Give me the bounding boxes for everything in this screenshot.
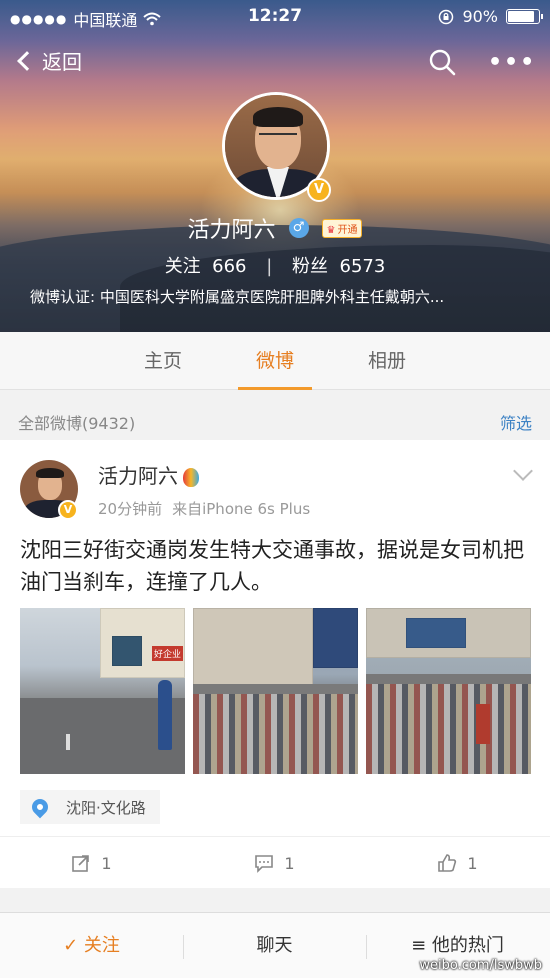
chevron-down-icon[interactable] — [513, 461, 533, 481]
tab-album[interactable]: 相册 — [332, 332, 442, 390]
post-photo-2[interactable] — [193, 608, 358, 774]
verified-badge-icon: V — [58, 500, 78, 520]
back-button[interactable]: 返回 — [14, 46, 82, 75]
post-source: 来自iPhone 6s Plus — [172, 500, 311, 518]
rotation-lock-icon — [439, 9, 454, 24]
chevron-left-icon — [17, 50, 37, 71]
male-icon: ♂ — [288, 218, 309, 238]
profile-name-row: 活力阿六 ♂ ♛ 开通 — [0, 212, 550, 244]
profile-tabs: 主页 微博 相册 — [0, 332, 550, 390]
verification-text: 微博认证: 中国医科大学附属盛京医院肝胆脾外科主任戴朝六... — [30, 288, 445, 306]
balloon-icon — [183, 468, 199, 487]
repost-icon — [72, 855, 90, 872]
repost-button[interactable]: 1 — [0, 837, 183, 889]
location-label: 沈阳·文化路 — [66, 798, 146, 817]
comment-icon — [255, 855, 274, 873]
chat-button[interactable]: 聊天 — [183, 913, 366, 978]
post-photo-3[interactable] — [366, 608, 531, 774]
back-label: 返回 — [42, 50, 82, 74]
post-photos: 好企业 — [20, 608, 532, 774]
location-tag[interactable]: 沈阳·文化路 — [20, 790, 160, 824]
post-meta: 20分钟前 来自iPhone 6s Plus — [98, 498, 310, 519]
nav-bar: 返回 ••• — [0, 38, 550, 88]
status-bar: ●●●●● 中国联通 12:27 90% — [0, 0, 550, 34]
post-card: V 活力阿六 20分钟前 来自iPhone 6s Plus 沈阳三好街交通岗发生特… — [0, 440, 550, 888]
tab-home[interactable]: 主页 — [108, 332, 218, 390]
feed-header: 全部微博(9432) 筛选 — [0, 400, 550, 440]
verified-badge-icon: V — [307, 178, 331, 202]
filter-button[interactable]: 筛选 — [500, 410, 532, 434]
post-text: 沈阳三好街交通岗发生特大交通事故，据说是女司机把油门当刹车，连撞了几人。 — [20, 538, 524, 594]
post-author[interactable]: 活力阿六 — [98, 460, 199, 489]
post-actions: 1 1 1 — [0, 836, 550, 888]
post-photo-1[interactable]: 好企业 — [20, 608, 185, 774]
followers-stat[interactable]: 粉丝 6573 — [292, 256, 385, 277]
thumbs-up-icon — [438, 854, 457, 872]
more-icon[interactable]: ••• — [488, 50, 536, 75]
comment-button[interactable]: 1 — [183, 837, 366, 889]
search-icon[interactable] — [428, 48, 456, 76]
watermark: weibo.com/lswbwb — [419, 958, 542, 973]
post-time: 20分钟前 — [98, 500, 163, 518]
profile-name: 活力阿六 — [187, 218, 276, 243]
location-pin-icon — [28, 795, 52, 819]
battery-percent: 90% — [462, 7, 498, 26]
divider: | — [266, 256, 273, 277]
all-weibo-count: 全部微博(9432) — [18, 414, 136, 433]
follow-stats: 关注 666 | 粉丝 6573 — [0, 252, 550, 278]
battery-icon — [506, 9, 543, 24]
follow-button[interactable]: ✓ 关注 — [0, 913, 183, 978]
tab-weibo[interactable]: 微博 — [220, 332, 330, 390]
like-button[interactable]: 1 — [366, 837, 549, 889]
following-stat[interactable]: 关注 666 — [165, 256, 247, 277]
vip-badge[interactable]: ♛ 开通 — [321, 218, 363, 238]
crown-icon: ♛ — [326, 224, 336, 236]
